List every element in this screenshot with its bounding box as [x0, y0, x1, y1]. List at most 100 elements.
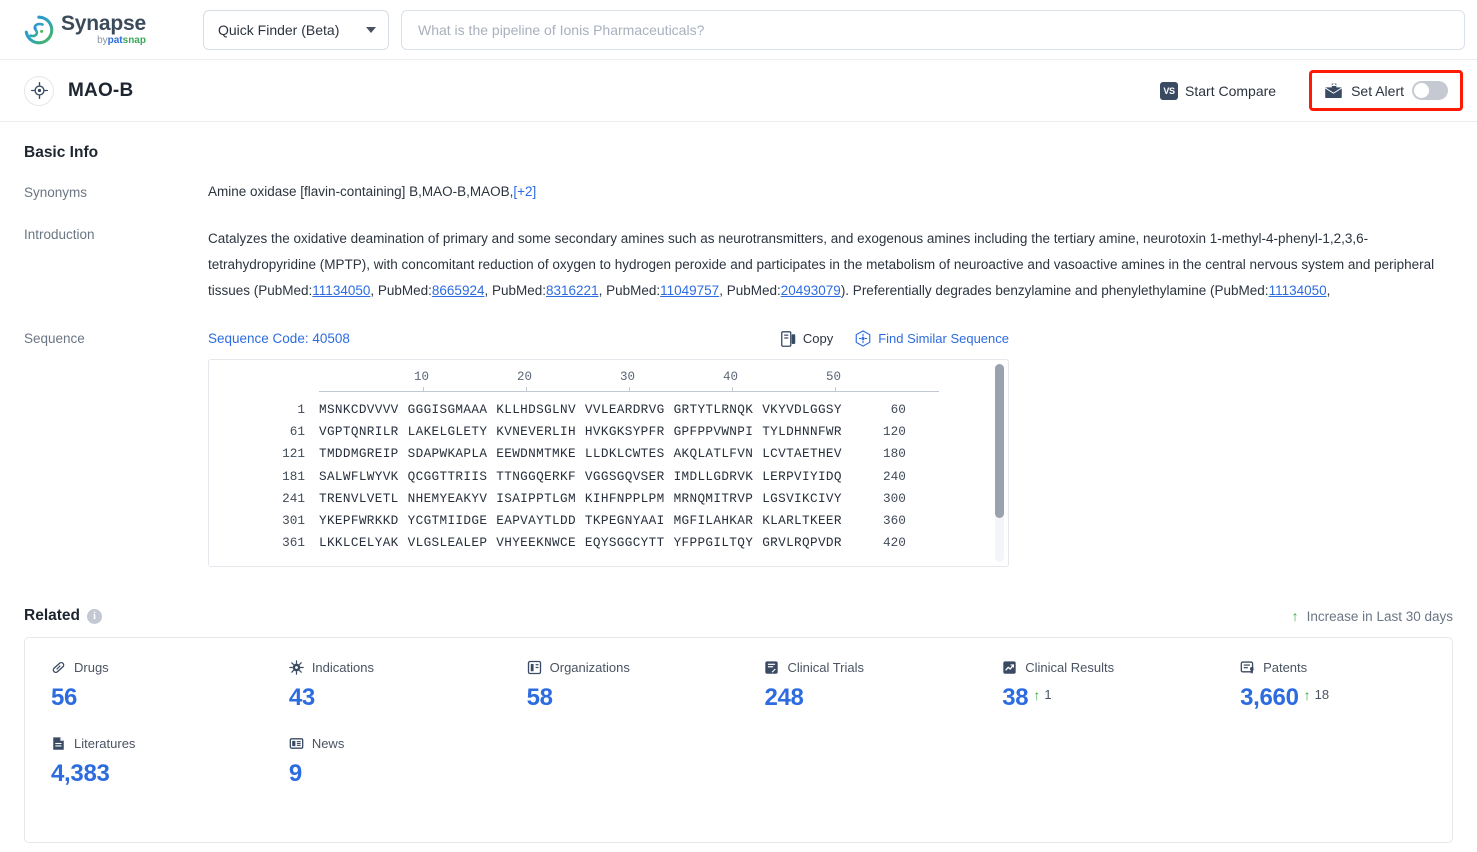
sequence-block: KLLHDSGLNV [496, 401, 576, 417]
main-content: Basic Info Synonyms Amine oxidase [flavi… [0, 144, 1477, 843]
sequence-scrollbar[interactable] [995, 364, 1004, 562]
stat-drugs[interactable]: Drugs 56 [25, 660, 263, 712]
sequence-line: 241 TRENVLVETL NHEMYEAKYV ISAIPPTLGM KIH… [209, 487, 1008, 509]
sequence-block: HVKGKSYPFR [584, 423, 665, 439]
sequence-viewer[interactable]: 10 20 30 40 50 1 MSNKCDVVVV GGGISGMAAA K… [208, 359, 1009, 567]
sequence-block: QCGGTTRIIS [407, 468, 488, 484]
intro-part-5: , PubMed: [719, 283, 781, 298]
increase-legend-label: Increase in Last 30 days [1306, 608, 1453, 624]
find-similar-icon [855, 330, 871, 347]
sequence-start-index: 1 [297, 401, 305, 417]
sequence-end-index: 420 [883, 535, 906, 551]
synapse-logo[interactable]: Synapse bypatsnap [0, 13, 146, 46]
arrow-up-icon: ↑ [1033, 686, 1041, 703]
clinical-trial-icon [764, 660, 779, 675]
sequence-block: EAPVAYTLDD [496, 513, 576, 529]
start-compare-label: Start Compare [1185, 82, 1277, 99]
find-similar-sequence-button[interactable]: Find Similar Sequence [855, 330, 1009, 347]
sequence-block: TYLDHNNFWR [762, 423, 842, 439]
sequence-scrollbar-thumb[interactable] [995, 364, 1004, 519]
alert-envelope-icon [1324, 82, 1343, 99]
set-alert-toggle[interactable] [1412, 81, 1448, 100]
sequence-block: TTNGGQERKF [496, 468, 576, 484]
stat-label: Clinical Trials [787, 660, 865, 675]
sequence-block: SALWFLWYVK [319, 468, 399, 484]
introduction-text: Catalyzes the oxidative deamination of p… [208, 226, 1453, 304]
stat-label: Patents [1263, 660, 1308, 675]
search-input[interactable] [415, 20, 1450, 39]
pubmed-link-6[interactable]: 11134050 [1269, 283, 1327, 298]
sequence-block: YFPPGILTQY [673, 535, 754, 551]
stat-value: 3,660 [1240, 684, 1299, 711]
stat-value: 56 [51, 684, 78, 711]
news-icon [289, 736, 304, 751]
related-stats-card: Drugs 56 Indications 43 Organizations 58… [24, 637, 1453, 843]
building-icon [527, 660, 542, 675]
sequence-block: LAKELGLETY [407, 423, 488, 439]
start-compare-button[interactable]: VS Start Compare [1152, 76, 1284, 106]
stat-news[interactable]: News 9 [263, 736, 501, 788]
stat-clinical-results[interactable]: Clinical Results 38 ↑ 1 [976, 660, 1214, 712]
stat-delta: ↑ 18 [1304, 684, 1329, 702]
stat-organizations[interactable]: Organizations 58 [501, 660, 739, 712]
sequence-row: Sequence Sequence Code: 40508 Copy Find … [24, 330, 1453, 567]
sequence-start-index: 121 [282, 446, 305, 462]
quick-finder-dropdown[interactable]: Quick Finder (Beta) [202, 9, 389, 50]
pubmed-link-3[interactable]: 8316221 [546, 283, 599, 298]
sequence-block: ISAIPPTLGM [496, 490, 576, 506]
sequence-block: KLARLTKEER [762, 513, 842, 529]
search-bar[interactable] [400, 9, 1465, 50]
stat-indications[interactable]: Indications 43 [263, 660, 501, 712]
sequence-start-index: 361 [282, 535, 305, 551]
logo-pat: pat [107, 35, 123, 46]
arrow-up-icon: ↑ [1303, 686, 1311, 703]
info-icon[interactable]: i [87, 608, 102, 624]
patent-icon [1240, 660, 1255, 675]
related-stats-grid: Drugs 56 Indications 43 Organizations 58… [25, 660, 1452, 812]
sequence-end-index: 180 [883, 446, 906, 462]
sequence-block: GPFPPVWNPI [673, 423, 754, 439]
sequence-block: YCGTMIIDGE [407, 513, 488, 529]
logo-snap: snap [122, 35, 146, 46]
stat-value: 38 [1002, 684, 1029, 711]
stat-literatures[interactable]: Literatures 4,383 [25, 736, 263, 788]
stat-label: Literatures [74, 736, 136, 751]
pubmed-link-5[interactable]: 20493079 [781, 283, 841, 298]
synonyms-more-link[interactable]: [+2] [513, 184, 536, 199]
stat-value: 248 [764, 684, 804, 711]
stat-clinical-trials[interactable]: Clinical Trials 248 [738, 660, 976, 712]
copy-button[interactable]: Copy [780, 330, 833, 347]
sequence-start-index: 61 [289, 423, 305, 439]
ruler-tick-30: 30 [620, 370, 636, 384]
ruler-tick-20: 20 [517, 370, 533, 384]
sequence-code[interactable]: Sequence Code: 40508 [208, 331, 350, 346]
stat-patents[interactable]: Patents 3,660 ↑ 18 [1214, 660, 1452, 712]
target-icon [24, 75, 54, 106]
sequence-block: YKEPFWRKKD [319, 513, 399, 529]
sequence-start-index: 181 [282, 468, 305, 484]
pubmed-link-1[interactable]: 11134050 [312, 283, 370, 298]
sequence-block: LLDKLCWTES [584, 446, 665, 462]
sequence-line: 61 VGPTQNRILR LAKELGLETY KVNEVERLIH HVKG… [209, 420, 1008, 442]
sequence-label: Sequence [24, 331, 85, 346]
pubmed-link-4[interactable]: 11049757 [660, 283, 719, 298]
sequence-end-index: 240 [883, 468, 906, 484]
related-heading: Related [24, 607, 80, 624]
copy-icon [780, 330, 796, 347]
ruler-tick-40: 40 [723, 370, 739, 384]
sequence-block: KVNEVERLIH [496, 423, 576, 439]
sequence-line: 1 MSNKCDVVVV GGGISGMAAA KLLHDSGLNV VVLEA… [209, 398, 1008, 420]
stat-value: 4,383 [51, 760, 110, 787]
sequence-ruler: 10 20 30 40 50 [319, 370, 971, 398]
sequence-body: Sequence Code: 40508 Copy Find Similar S… [208, 330, 1453, 567]
sequence-block: VGGSGQVSER [584, 468, 665, 484]
sequence-end-index: 300 [883, 490, 906, 506]
pubmed-link-2[interactable]: 8665924 [432, 283, 485, 298]
virus-icon [289, 660, 304, 675]
sequence-block: AKQLATLFVN [673, 446, 754, 462]
chevron-down-icon [365, 26, 376, 33]
sequence-header: Sequence Code: 40508 Copy Find Similar S… [208, 330, 1009, 347]
sequence-block: GGGISGMAAA [407, 401, 488, 417]
intro-part-4: , PubMed: [598, 283, 661, 298]
find-similar-label: Find Similar Sequence [878, 331, 1009, 346]
